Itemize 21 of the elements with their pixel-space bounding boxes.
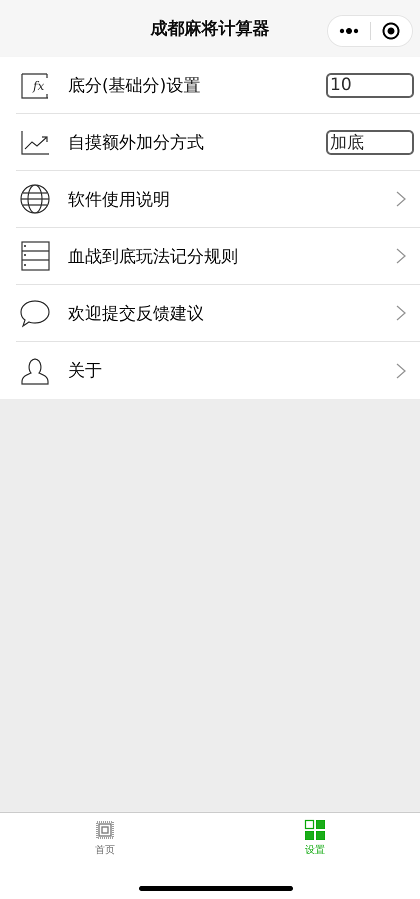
chevron-icon[interactable]: [396, 248, 406, 264]
nav-title: 成都麻将计算器: [150, 18, 270, 40]
person-icon: [20, 356, 50, 386]
setting-field[interactable]: 加底: [326, 130, 414, 154]
server-list-icon: [20, 241, 50, 271]
globe-icon: [20, 184, 50, 214]
chevron-icon[interactable]: [396, 305, 406, 321]
setting-field[interactable]: 10: [326, 72, 414, 98]
setting-label: 软件使用说明: [68, 188, 171, 210]
more-icon[interactable]: [338, 28, 359, 34]
chevron-icon[interactable]: [396, 362, 406, 378]
setting-label: 欢迎提交反馈建议: [68, 302, 205, 324]
setting-label: 关于: [68, 360, 103, 382]
setting-label: 自摸额外加分方式: [68, 132, 205, 154]
chip-icon: [94, 819, 116, 841]
chevron-icon[interactable]: [396, 191, 406, 207]
grid-icon: [304, 819, 326, 841]
speech-bubble-icon: [20, 298, 50, 328]
tab-item[interactable]: 首页: [0, 813, 210, 859]
setting-label: 底分(基础分)设置: [68, 74, 202, 96]
setting-label: 血战到底玩法记分规则: [68, 246, 239, 268]
